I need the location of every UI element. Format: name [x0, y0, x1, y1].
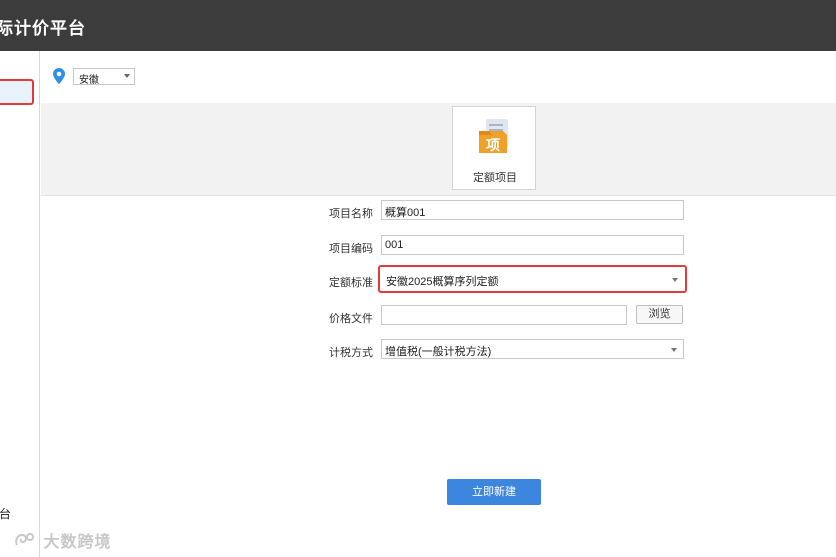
- tax-method-row: 计税方式 增值税(一般计税方法): [41, 339, 836, 363]
- location-pin-icon: [53, 68, 65, 89]
- main-panel: 安徽 项 定额项目 项目名称 概算001 项目编码 001 定额标准 安徽202…: [41, 51, 836, 557]
- project-icon-glyph: 项: [486, 138, 500, 154]
- quota-standard-value: 安徽2025概算序列定额: [386, 276, 499, 288]
- watermark-logo-icon: [14, 532, 36, 553]
- project-name-value: 概算001: [385, 207, 426, 219]
- quota-project-card[interactable]: 项 定额项目: [452, 106, 536, 190]
- chevron-down-icon: [124, 74, 130, 78]
- price-file-input[interactable]: [381, 305, 627, 325]
- sidebar: 台: [0, 51, 40, 557]
- quota-project-label: 定额项目: [473, 172, 517, 184]
- sidebar-item-active[interactable]: [0, 79, 34, 105]
- project-name-input[interactable]: 概算001: [381, 200, 684, 220]
- project-name-label: 项目名称: [329, 208, 373, 220]
- region-select-value: 安徽: [79, 75, 99, 86]
- project-code-input[interactable]: 001: [381, 235, 684, 255]
- chevron-down-icon: [671, 348, 677, 352]
- app-title: 际计价平台: [0, 19, 86, 38]
- create-now-button[interactable]: 立即新建: [447, 479, 541, 505]
- watermark: 大数跨境: [14, 528, 111, 553]
- project-document-icon: 项: [477, 117, 513, 162]
- project-code-value: 001: [385, 239, 404, 251]
- project-code-label: 项目编码: [329, 243, 373, 255]
- chevron-down-icon: [672, 278, 678, 282]
- price-file-label: 价格文件: [329, 313, 373, 325]
- region-select[interactable]: 安徽: [73, 68, 135, 86]
- project-name-row: 项目名称 概算001: [41, 200, 836, 224]
- sidebar-bottom-label[interactable]: 台: [0, 505, 11, 522]
- browse-button[interactable]: 浏览: [636, 305, 683, 324]
- project-code-row: 项目编码 001: [41, 235, 836, 259]
- location-bar: 安徽: [41, 51, 836, 103]
- quota-standard-select[interactable]: 安徽2025概算序列定额: [378, 265, 687, 293]
- tax-method-select[interactable]: 增值税(一般计税方法): [381, 339, 684, 359]
- title-bar: 际计价平台: [0, 0, 836, 51]
- watermark-text: 大数跨境: [43, 534, 112, 551]
- price-file-row: 价格文件 浏览: [41, 305, 836, 329]
- tax-method-label: 计税方式: [329, 347, 373, 359]
- tax-method-value: 增值税(一般计税方法): [385, 346, 492, 358]
- project-type-band: 项 定额项目: [41, 103, 836, 196]
- quota-standard-label: 定额标准: [329, 277, 373, 289]
